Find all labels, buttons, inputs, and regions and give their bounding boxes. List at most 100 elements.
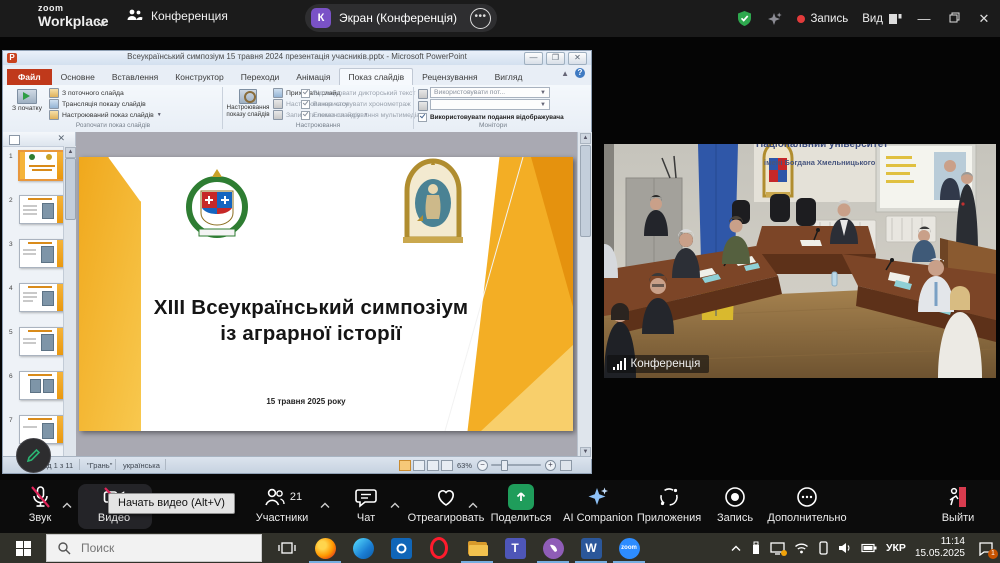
chat-options-chevron[interactable] xyxy=(390,496,402,508)
more-button[interactable]: Дополнительно xyxy=(762,483,852,530)
close-window-button[interactable]: ✕ xyxy=(976,11,992,27)
zoom-slider-track[interactable] xyxy=(491,464,541,466)
action-center-icon[interactable]: 1 xyxy=(978,541,994,556)
normal-view-button[interactable] xyxy=(399,460,411,471)
ppt-minimize-button[interactable]: — xyxy=(524,52,543,65)
audio-button[interactable]: Звук xyxy=(14,483,66,530)
taskbar-firefox-button[interactable] xyxy=(306,533,344,563)
tab-review[interactable]: Рецензування xyxy=(414,69,485,85)
resolution-dropdown[interactable]: ▼ xyxy=(430,99,550,110)
security-shield-icon[interactable] xyxy=(736,10,753,27)
zoom-in-button[interactable]: + xyxy=(545,460,556,471)
participants-button[interactable]: 21 Участники xyxy=(250,483,314,530)
meeting-tab[interactable]: Конференция xyxy=(126,8,228,23)
scrollbar-thumb[interactable] xyxy=(580,145,591,237)
taskbar-clock[interactable]: 11:14 15.05.2025 xyxy=(915,536,965,560)
taskbar-search-input[interactable] xyxy=(79,540,233,556)
slide-thumbnail-4[interactable]: 4 xyxy=(9,283,69,323)
use-timings-checkbox[interactable]: Використовувати хронометраж xyxy=(301,100,411,109)
slide-thumbnail-6[interactable]: 6 xyxy=(9,371,69,411)
slide-thumbnail-5[interactable]: 5 xyxy=(9,327,69,367)
ppt-close-button[interactable]: ✕ xyxy=(568,52,587,65)
slideshow-view-button[interactable] xyxy=(441,460,453,471)
slide-vertical-scrollbar[interactable]: ▲ ▼ xyxy=(577,132,592,459)
from-beginning-button[interactable]: З початку xyxy=(8,87,46,123)
slide-thumbnail-1[interactable]: 1 xyxy=(9,151,69,191)
annotate-pencil-button[interactable] xyxy=(16,438,51,473)
reactions-options-chevron[interactable] xyxy=(468,496,480,508)
leave-meeting-button[interactable]: Выйти xyxy=(930,483,986,530)
ppt-restore-button[interactable]: ❐ xyxy=(546,52,565,65)
tab-animations[interactable]: Анімація xyxy=(288,69,338,85)
scroll-up-icon[interactable]: ▲ xyxy=(65,147,76,158)
ppt-window-title: Всеукраїнський симпозіум 15 травня 2024 … xyxy=(3,52,591,61)
zoom-slider-handle[interactable] xyxy=(501,460,508,471)
conference-video-feed[interactable]: Національний університет імені Богдана Х… xyxy=(604,144,996,378)
play-narrations-checkbox[interactable]: Відтворювати дикторський текст xyxy=(301,89,415,98)
minimize-window-button[interactable]: — xyxy=(916,11,932,26)
record-button[interactable]: Запись xyxy=(710,483,760,530)
display-notification-icon[interactable] xyxy=(770,542,785,555)
taskbar-viber-button[interactable] xyxy=(534,533,572,563)
wifi-icon[interactable] xyxy=(794,542,809,554)
start-button[interactable] xyxy=(0,533,46,563)
scrollbar-thumb[interactable] xyxy=(65,158,76,220)
participants-options-chevron[interactable] xyxy=(320,496,332,508)
slide-sorter-view-button[interactable] xyxy=(413,460,425,471)
pill-more-button[interactable]: ••• xyxy=(470,8,491,29)
media-controls-checkbox[interactable]: Елементи керування мультимедіа xyxy=(301,111,420,120)
tab-view[interactable]: Вигляд xyxy=(487,69,531,85)
from-current-slide-button[interactable]: З поточного слайда xyxy=(49,88,124,98)
setup-slideshow-button[interactable]: Настроювання показу слайдів xyxy=(225,87,271,123)
taskbar-word-button[interactable]: W xyxy=(572,533,610,563)
taskbar-edge-button[interactable] xyxy=(344,533,382,563)
zoom-out-button[interactable]: − xyxy=(477,460,488,471)
battery-icon[interactable] xyxy=(861,543,877,553)
broadcast-slideshow-button[interactable]: Трансляція показу слайдів xyxy=(49,99,146,109)
fit-to-window-button[interactable] xyxy=(560,460,572,471)
shared-screen-pill[interactable]: К Экран (Конференція) ••• xyxy=(305,4,497,32)
scroll-up-icon[interactable]: ▲ xyxy=(580,133,591,144)
ai-companion-button[interactable]: AI Companion xyxy=(560,483,636,530)
taskbar-teams-button[interactable]: T xyxy=(496,533,534,563)
tab-file[interactable]: Файл xyxy=(7,69,52,85)
slide-thumbnail-3[interactable]: 3 xyxy=(9,239,69,279)
taskbar-search[interactable] xyxy=(46,534,262,562)
custom-slideshow-button[interactable]: Настроюваний показ слайдів ▼ xyxy=(49,110,162,120)
tab-insert[interactable]: Вставлення xyxy=(104,69,166,85)
language-indicator[interactable]: УКР xyxy=(886,542,906,554)
taskbar-opera-button[interactable] xyxy=(420,533,458,563)
phone-link-icon[interactable] xyxy=(818,541,829,555)
tab-design[interactable]: Конструктор xyxy=(167,69,231,85)
ai-sparkle-icon[interactable] xyxy=(767,11,783,27)
usb-device-icon[interactable] xyxy=(751,541,761,555)
ppt-title-bar[interactable]: P Всеукраїнський симпозіум 15 травня 202… xyxy=(3,51,591,66)
collapse-ribbon-icon[interactable]: ▲ xyxy=(561,69,569,78)
thumbnail-scrollbar[interactable]: ▲ xyxy=(63,146,76,459)
workspace-chevron-icon[interactable] xyxy=(96,14,107,32)
view-button[interactable]: Вид xyxy=(862,13,902,25)
chat-button[interactable]: Чат xyxy=(344,483,388,530)
restore-window-button[interactable] xyxy=(946,11,962,26)
task-view-button[interactable] xyxy=(268,533,306,563)
taskbar-outlook-button[interactable] xyxy=(382,533,420,563)
tab-home[interactable]: Основне xyxy=(53,69,103,85)
language-indicator[interactable]: українська xyxy=(123,461,160,470)
panel-close-icon[interactable]: ✕ xyxy=(57,133,65,144)
zoom-percentage[interactable]: 63% xyxy=(457,461,472,470)
reading-view-button[interactable] xyxy=(427,460,439,471)
presenter-view-checkbox[interactable]: Використовувати подання відображувача xyxy=(418,113,564,122)
show-on-monitor-dropdown[interactable]: Використовувати пот... ▼ xyxy=(430,87,550,98)
apps-button[interactable]: Приложения xyxy=(636,483,702,530)
tab-transitions[interactable]: Переходи xyxy=(233,69,288,85)
share-screen-button[interactable]: Поделиться xyxy=(488,483,554,530)
help-icon[interactable]: ? xyxy=(575,68,585,78)
volume-icon[interactable] xyxy=(838,542,852,554)
slide-thumbnail-2[interactable]: 2 xyxy=(9,195,69,235)
tab-slideshow[interactable]: Показ слайдів xyxy=(339,68,413,85)
slides-tab-icon[interactable] xyxy=(9,135,20,145)
audio-options-chevron[interactable] xyxy=(62,496,74,508)
taskbar-explorer-button[interactable] xyxy=(458,533,496,563)
tray-expand-chevron[interactable] xyxy=(730,544,742,552)
taskbar-zoom-button[interactable]: zoom xyxy=(610,533,648,563)
